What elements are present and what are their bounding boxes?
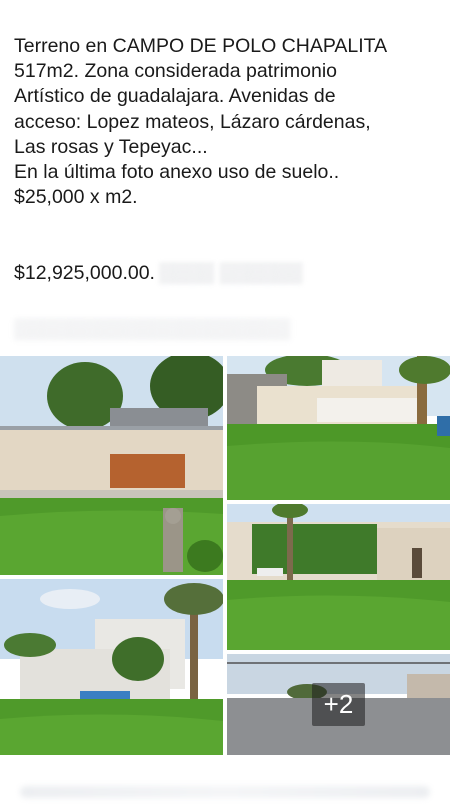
property-photo-2[interactable]	[227, 356, 450, 500]
more-photos-overlay[interactable]: +2	[227, 654, 450, 755]
bottom-bar	[0, 755, 450, 807]
property-photo-4[interactable]	[0, 579, 223, 755]
more-photos-count: +2	[311, 683, 366, 726]
post-price: $12,925,000.00.	[14, 262, 155, 284]
blurred-phone-line: ▒▒▒▒▒▒▒▒▒▒▒▒▒▒▒▒▒▒▒▒	[14, 318, 291, 340]
post-text: Terreno en CAMPO DE POLO CHAPALITA 517m2…	[14, 35, 388, 209]
property-photo-3[interactable]	[227, 504, 450, 650]
blurred-footer	[20, 786, 430, 798]
blurred-contact-text: ▒▒▒▒ ▒▒▒▒▒▒	[158, 262, 303, 284]
property-photo-1[interactable]	[0, 356, 223, 575]
post-price-line: $12,925,000.00. ▒▒▒▒ ▒▒▒▒▒▒	[14, 262, 303, 285]
